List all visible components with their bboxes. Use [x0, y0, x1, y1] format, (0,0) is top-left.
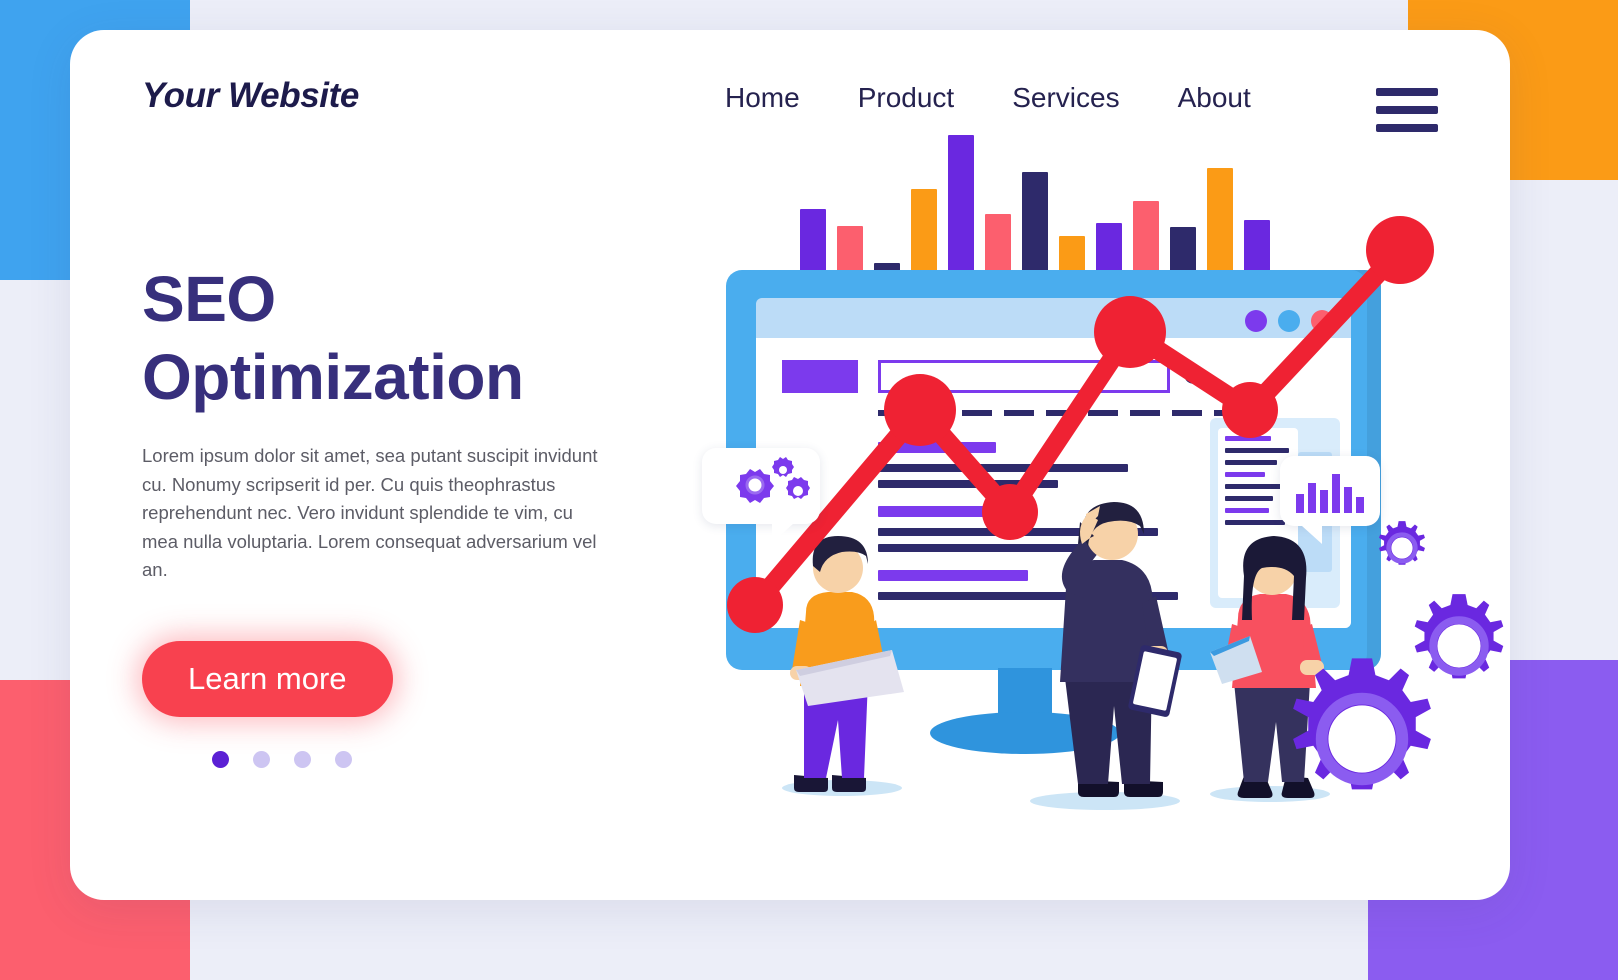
mini-bar-a	[1296, 493, 1304, 513]
gears-speech-bubble	[702, 448, 820, 543]
side-line-6	[1225, 496, 1273, 501]
serp-result-line-3	[878, 480, 1058, 488]
serp-nav-dashes	[878, 410, 1223, 416]
mini-bar-b	[1308, 483, 1316, 513]
gear-icon-medium	[1414, 594, 1504, 679]
person-man-with-clipboard	[1060, 502, 1182, 797]
serp-result-line-2	[878, 464, 1128, 472]
carousel-dot-3[interactable]	[294, 750, 311, 768]
side-line-2	[1225, 448, 1289, 453]
site-logo[interactable]: Your Website	[142, 76, 359, 116]
hero-section: SEO Optimization Lorem ipsum dolor sit a…	[142, 260, 662, 768]
window-dot-2[interactable]	[1278, 310, 1300, 332]
serp-result-line-1	[878, 442, 996, 453]
serp-result-line-4	[878, 506, 1028, 517]
bar-7	[1022, 171, 1048, 285]
site-header: Your Website Home Product Services About	[70, 30, 1510, 150]
landing-page-card: Your Website Home Product Services About…	[70, 30, 1510, 900]
side-line-4	[1225, 472, 1265, 477]
page-root: Your Website Home Product Services About…	[0, 0, 1618, 980]
window-control-dots	[1245, 310, 1333, 332]
main-navigation: Home Product Services About	[725, 82, 1251, 114]
hero-paragraph: Lorem ipsum dolor sit amet, sea putant s…	[142, 445, 598, 581]
window-dot-3[interactable]	[1311, 310, 1333, 332]
seo-illustration	[630, 80, 1510, 870]
side-line-5	[1225, 484, 1287, 489]
side-line-3	[1225, 460, 1277, 465]
chart-speech-bubble	[1280, 456, 1380, 544]
search-bar-row	[878, 360, 1208, 393]
bar-chart-icon	[1296, 474, 1364, 513]
hamburger-bar-3	[1376, 124, 1438, 132]
search-input[interactable]	[878, 360, 1170, 393]
gear-icon-small	[1379, 521, 1425, 565]
carousel-dot-4[interactable]	[335, 750, 352, 768]
carousel-dot-1[interactable]	[212, 750, 229, 768]
nav-item-services[interactable]: Services	[1012, 82, 1119, 114]
mini-bar-f	[1356, 497, 1364, 513]
page-title: SEO Optimization	[142, 263, 524, 414]
side-line-1	[1225, 436, 1271, 441]
mini-bar-c	[1320, 490, 1328, 513]
bar-12	[1207, 168, 1233, 285]
hamburger-menu-icon[interactable]	[1376, 88, 1438, 132]
nav-item-about[interactable]: About	[1178, 82, 1251, 114]
learn-more-button[interactable]: Learn more	[142, 640, 393, 717]
search-icon[interactable]	[1182, 364, 1208, 390]
window-dot-1[interactable]	[1245, 310, 1267, 332]
carousel-dots	[212, 750, 662, 768]
gears-icon	[736, 457, 810, 503]
nav-item-product[interactable]: Product	[858, 82, 955, 114]
nav-item-home[interactable]: Home	[725, 82, 800, 114]
person-man-with-laptop	[790, 536, 904, 792]
bar-5	[948, 134, 974, 285]
side-line-7	[1225, 508, 1269, 513]
mini-bar-e	[1344, 486, 1352, 513]
carousel-dot-2[interactable]	[253, 750, 270, 768]
hamburger-bar-2	[1376, 106, 1438, 114]
serp-logo-block	[782, 360, 858, 393]
hamburger-bar-1	[1376, 88, 1438, 96]
mini-bar-d	[1332, 474, 1340, 513]
